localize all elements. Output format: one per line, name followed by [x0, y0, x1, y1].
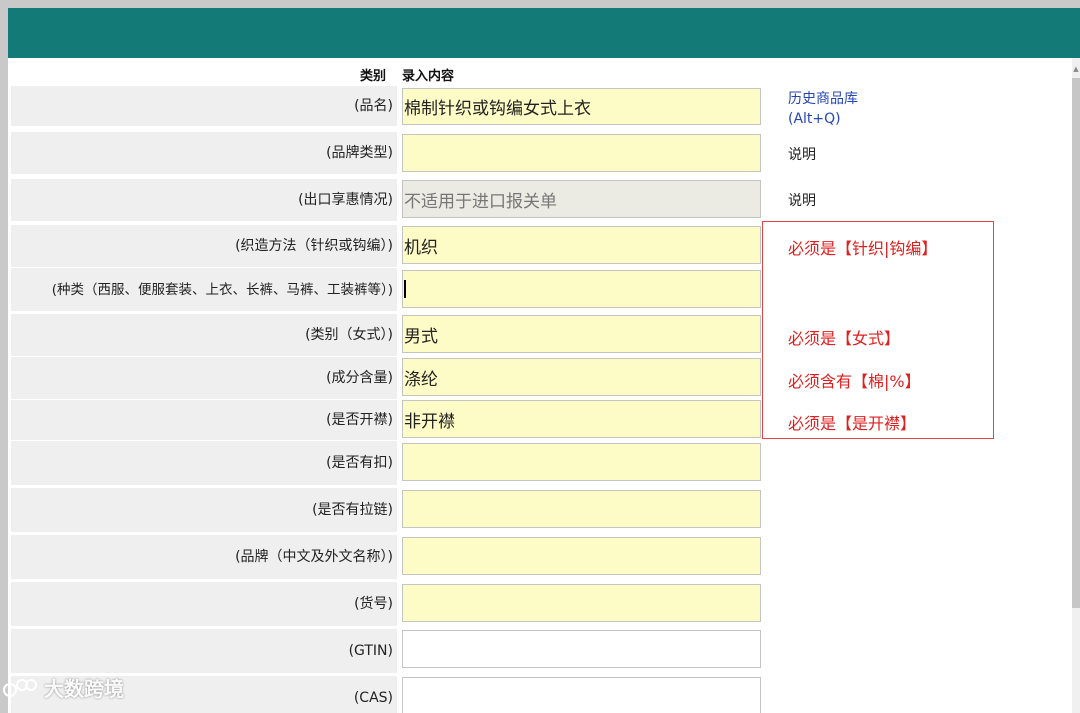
item-number-input[interactable] [402, 584, 761, 622]
column-header-input: 录入内容 [402, 69, 455, 84]
validation-error-box [762, 221, 994, 439]
has-zipper-input[interactable] [402, 490, 761, 528]
field-label-has-buttons: (是否有扣) [11, 441, 397, 485]
open-front-input[interactable]: 非开襟 [402, 400, 761, 438]
gtin-input[interactable] [402, 630, 761, 668]
field-label-brand-name: (品牌（中文及外文名称）) [11, 535, 397, 579]
has-buttons-input[interactable] [402, 443, 761, 481]
field-label-item-number: (货号) [11, 582, 397, 626]
field-label-composition: (成分含量) [11, 357, 397, 399]
product-name-input[interactable]: 棉制针织或钩编女式上衣 [402, 88, 761, 125]
scrollbar-thumb[interactable] [1072, 78, 1080, 608]
history-product-library-link[interactable]: 历史商品库 (Alt+Q) [788, 89, 858, 129]
weaving-method-input[interactable]: 机织 [402, 226, 761, 264]
field-label-product-name: (品名) [11, 86, 397, 126]
export-preference-input: 不适用于进口报关单 [402, 180, 761, 218]
field-label-has-zipper: (是否有拉链) [11, 488, 397, 532]
text-cursor [404, 280, 406, 298]
field-label-gender-category: (类别（女式）) [11, 314, 397, 356]
composition-input[interactable]: 涤纶 [402, 358, 761, 396]
field-label-export-preference: (出口享惠情况) [11, 179, 397, 221]
field-label-open-front: (是否开襟) [11, 400, 397, 440]
field-label-brand-type: (品牌类型) [11, 132, 397, 174]
field-label-weaving-method: (织造方法（针织或钩编）) [11, 225, 397, 267]
garment-type-input[interactable] [402, 270, 761, 308]
watermark-logo-icon [3, 678, 37, 697]
column-header-category: 类别 [359, 69, 386, 84]
field-label-garment-type: (种类（西服、便服套装、上衣、长裤、马裤、工装裤等）) [11, 268, 397, 311]
title-bar [8, 8, 1080, 58]
brand-name-input[interactable] [402, 537, 761, 575]
watermark-text: 大数跨境 [44, 677, 124, 701]
watermark: 大数跨境 [2, 673, 124, 702]
brand-type-help-link[interactable]: 说明 [788, 144, 816, 164]
scroll-up-arrow-icon[interactable]: ▲ [1072, 64, 1080, 74]
brand-type-input[interactable] [402, 134, 761, 172]
gender-category-input[interactable]: 男式 [402, 315, 761, 353]
dialog-window: 类别 录入内容 (品名) 棉制针织或钩编女式上衣 历史商品库 (Alt+Q) (… [8, 8, 1080, 713]
field-label-gtin: (GTIN) [11, 629, 397, 673]
export-preference-help-link[interactable]: 说明 [788, 190, 816, 210]
cas-input[interactable] [402, 677, 761, 713]
